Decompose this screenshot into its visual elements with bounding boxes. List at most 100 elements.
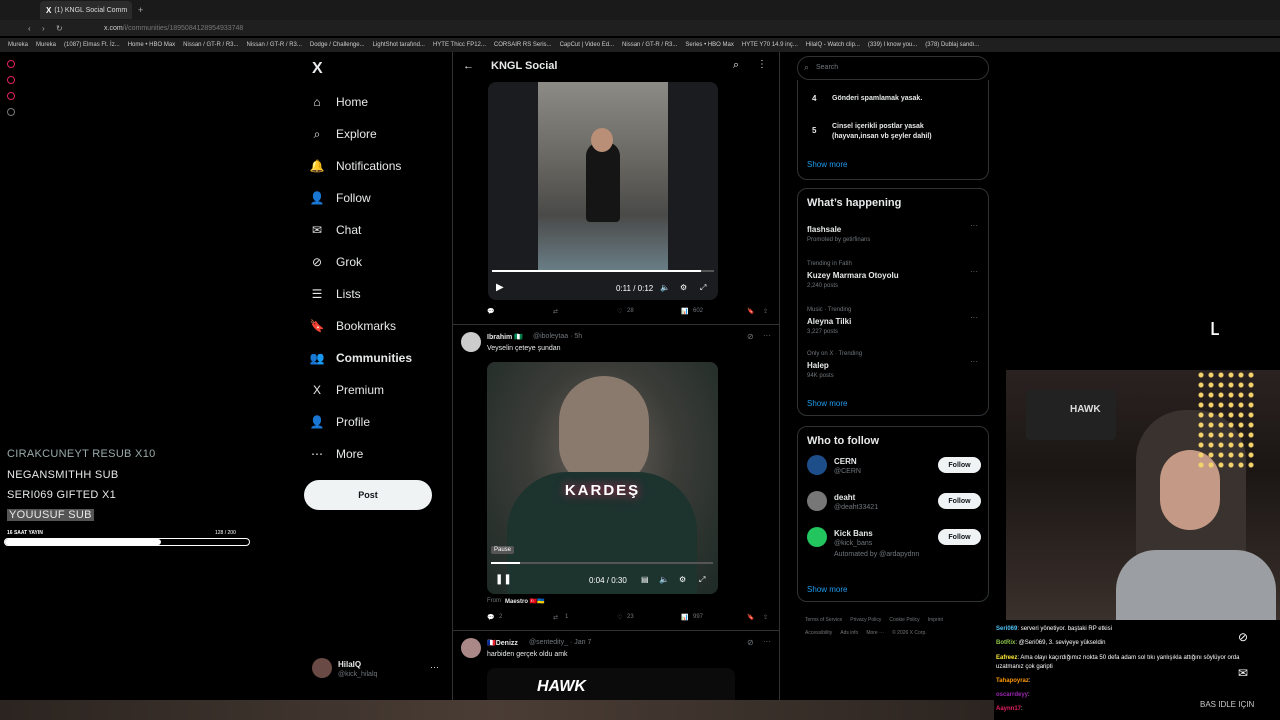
nav-item-home[interactable]: ⌂ Home [310,92,368,112]
footer-link[interactable]: Ads info [840,627,858,640]
nav-item-more[interactable]: ⋯ More [310,444,363,464]
bookmark-item[interactable]: (1087) Elmas Ft. İz... [64,42,120,48]
footer-link[interactable]: Accessibility [805,627,832,640]
sidebar-app-icon[interactable] [7,108,15,116]
grok-icon[interactable]: ⊘ [747,332,754,341]
follow-name[interactable]: Kick Bans [834,529,873,538]
show-more-link[interactable]: Show more [807,399,847,408]
fullscreen-icon[interactable]: ⤢ [699,575,705,585]
follow-button[interactable]: Follow [938,457,981,473]
more-dots-icon[interactable]: ··· [430,662,439,672]
more-dots-icon[interactable]: ··· [763,331,771,340]
volume-icon[interactable]: 🔈 [659,575,669,584]
bookmark-item[interactable]: LightShot tarafınd... [373,42,425,48]
trend-name[interactable]: Halep [807,361,829,370]
bookmark-item[interactable]: CapCut | Video Ed... [560,42,614,48]
avatar[interactable] [807,491,827,511]
video-player[interactable]: KARDEŞ Pause ❚❚ 0:04 / 0:30 ▤ 🔈 ⚙ ⤢ [487,362,718,594]
show-more-link[interactable]: Show more [807,585,847,594]
play-icon[interactable]: ▶ [496,282,504,293]
footer-link[interactable]: Imprint [928,614,943,627]
video-progress[interactable] [492,270,714,272]
tweet-author[interactable]: Ibrahim 🇳🇬 [487,333,523,341]
fullscreen-icon[interactable]: ⤢ [700,283,706,293]
bookmark-item[interactable]: Dodge / Challenge... [310,42,365,48]
more-dots-icon[interactable]: ··· [763,637,771,646]
bookmark-item[interactable]: Series • HBO Max [685,42,733,48]
follow-button[interactable]: Follow [938,493,981,509]
nav-item-chat[interactable]: ✉ Chat [310,220,361,240]
bookmark-icon[interactable]: 🔖 [747,614,754,621]
reload-icon[interactable]: ↻ [56,24,63,33]
bookmark-item[interactable]: Home • HBO Max [128,42,175,48]
trend-name[interactable]: Aleyna Tilki [807,317,851,326]
bookmark-item[interactable]: (378) Dublaj sandı... [925,42,979,48]
more-dots-icon[interactable]: ··· [970,357,978,366]
more-dots-icon[interactable]: ⋮ [757,59,767,70]
nav-item-notifications[interactable]: 🔔 Notifications [310,156,402,176]
nav-item-explore[interactable]: ⌕ Explore [310,124,377,144]
nav-item-lists[interactable]: ☰ Lists [310,284,361,304]
grok-icon[interactable]: ⊘ [747,638,754,647]
nav-item-profile[interactable]: 👤 Profile [310,412,370,432]
back-icon[interactable]: ‹ [28,24,31,33]
trend-name[interactable]: flashsale [807,225,841,234]
back-arrow-icon[interactable]: ← [463,60,474,72]
nav-item-premium[interactable]: X Premium [310,380,384,400]
new-tab-icon[interactable]: + [138,5,143,15]
address-bar[interactable]: ‹ › ↻ x.com/i/communities/18950841289549… [0,20,1280,36]
more-dots-icon[interactable]: ··· [970,267,978,276]
follow-name[interactable]: CERN [834,457,857,466]
search-icon[interactable]: ⌕ [733,59,739,72]
nav-item-communities[interactable]: 👥 Communities [310,348,412,368]
bookmark-item[interactable]: Nissan / GT-R / R3... [622,42,677,48]
account-switcher[interactable]: HilalQ @kick_hilalq ··· [312,658,442,682]
more-dots-icon[interactable]: ··· [970,221,978,230]
repost-icon[interactable]: ⇄ [553,308,558,315]
avatar[interactable] [461,638,481,658]
search-input[interactable]: ⌕ Search [797,56,989,80]
follow-name[interactable]: deaht [834,493,855,502]
tweet-author[interactable]: 🇫🇷Denizz [487,639,518,647]
sidebar-app-icon[interactable] [7,60,15,68]
reply-icon[interactable]: 💬 [487,614,494,621]
bookmark-item[interactable]: HYTE Thicc FP12... [433,42,486,48]
x-logo-icon[interactable]: X [312,60,323,78]
nav-item-grok[interactable]: ⊘ Grok [310,252,362,272]
avatar[interactable] [461,332,481,352]
avatar[interactable] [807,455,827,475]
bookmark-item[interactable]: Mureka [8,42,28,48]
tweet-handle[interactable]: @sentedity_ · Jan 7 [529,639,591,646]
post-button[interactable]: Post [304,480,432,510]
video-player[interactable]: ▶ 0:11 / 0:12 🔈 ⚙ ⤢ [488,82,718,300]
captions-icon[interactable]: ▤ [641,575,649,584]
bookmark-icon[interactable]: 🔖 [747,308,754,315]
reply-icon[interactable]: 💬 [487,308,494,315]
video-progress[interactable] [491,562,713,564]
settings-icon[interactable]: ⚙ [679,575,686,584]
settings-icon[interactable]: ⚙ [680,283,687,292]
like-icon[interactable]: ♡ [617,614,622,621]
bookmark-item[interactable]: HYTE Y70 14.9 inç... [742,42,798,48]
footer-link[interactable]: More ··· [866,627,884,640]
bookmark-item[interactable]: HilalQ - Watch clip... [806,42,860,48]
bookmark-item[interactable]: CORSAIR RS Seris... [494,42,552,48]
like-icon[interactable]: ♡ [617,308,622,315]
footer-link[interactable]: Privacy Policy [850,614,881,627]
share-icon[interactable]: ⇪ [763,308,768,315]
bookmark-item[interactable]: (339) I know you... [868,42,917,48]
bookmark-item[interactable]: Nissan / GT-R / R3... [183,42,238,48]
bookmark-item[interactable]: Mureka [36,42,56,48]
avatar[interactable] [807,527,827,547]
nav-item-follow[interactable]: 👤 Follow [310,188,371,208]
browser-tab-active[interactable]: X (1) KNGL Social Comm [40,1,132,19]
footer-link[interactable]: Terms of Service [805,614,842,627]
forward-icon[interactable]: › [42,24,45,33]
sidebar-app-icon[interactable] [7,92,15,100]
repost-icon[interactable]: ⇄ [553,614,558,621]
show-more-link[interactable]: Show more [807,160,847,169]
pause-icon[interactable]: ❚❚ [495,574,512,585]
bookmark-item[interactable]: Nissan / GT-R / R3... [247,42,302,48]
more-dots-icon[interactable]: ··· [970,313,978,322]
follow-button[interactable]: Follow [938,529,981,545]
